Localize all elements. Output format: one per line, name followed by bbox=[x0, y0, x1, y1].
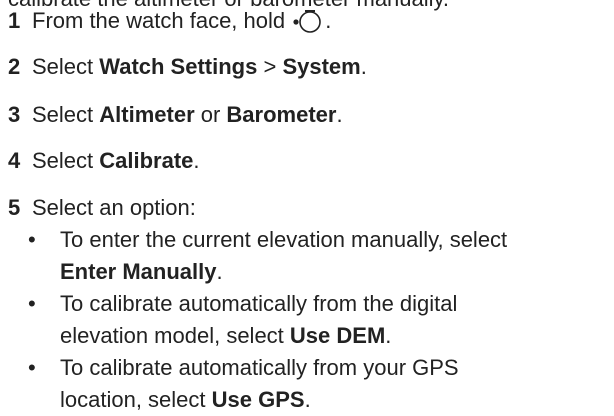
conjunction: or bbox=[194, 102, 227, 127]
option-line: location, select bbox=[60, 387, 212, 412]
use-dem-label: Use DEM bbox=[289, 323, 386, 348]
step-text-end: . bbox=[360, 54, 367, 79]
manual-page: calibrate the altimeter or barometer man… bbox=[0, 0, 614, 412]
step-text: Select bbox=[32, 102, 100, 127]
option-end: . bbox=[304, 387, 311, 412]
bullet-marker: • bbox=[28, 227, 36, 252]
option-end: . bbox=[385, 323, 392, 348]
option-line: To calibrate automatically from your GPS bbox=[60, 355, 459, 380]
barometer-label: Barometer bbox=[226, 102, 337, 127]
step-number: 3 bbox=[8, 102, 21, 127]
step-2: 2 Select Watch Settings > System. bbox=[8, 54, 367, 80]
watch-button-icon bbox=[291, 7, 325, 33]
bullet-marker: • bbox=[28, 291, 36, 316]
step-3: 3 Select Altimeter or Barometer. bbox=[8, 102, 343, 128]
separator: > bbox=[257, 54, 283, 79]
option-text: To enter the current elevation manually,… bbox=[60, 224, 608, 288]
step-number: 1 bbox=[8, 8, 21, 33]
step-1: 1 From the watch face, hold . bbox=[8, 7, 331, 34]
step-number: 4 bbox=[8, 148, 21, 173]
option-text: To calibrate automatically from your GPS… bbox=[60, 352, 608, 416]
option-line: To calibrate automatically from the digi… bbox=[60, 291, 458, 316]
watch-settings-label: Watch Settings bbox=[99, 54, 258, 79]
enter-manually-label: Enter Manually bbox=[60, 259, 217, 284]
step-text-end: . bbox=[336, 102, 343, 127]
option-text: To calibrate automatically from the digi… bbox=[60, 288, 608, 352]
step-4: 4 Select Calibrate. bbox=[8, 148, 200, 174]
option-line: elevation model, select bbox=[60, 323, 290, 348]
calibrate-label: Calibrate bbox=[99, 148, 194, 173]
option-end: . bbox=[216, 259, 223, 284]
step-text: Select bbox=[32, 148, 100, 173]
use-gps-label: Use GPS bbox=[211, 387, 305, 412]
step-text: From the watch face, hold bbox=[32, 8, 292, 33]
step-text-end: . bbox=[325, 8, 332, 33]
system-label: System bbox=[282, 54, 361, 79]
step-5: 5 Select an option: bbox=[8, 195, 196, 221]
step-text-end: . bbox=[193, 148, 200, 173]
step-text: Select bbox=[32, 54, 100, 79]
step-text: Select an option: bbox=[32, 195, 196, 220]
step-number: 2 bbox=[8, 54, 21, 79]
step-number: 5 bbox=[8, 195, 21, 220]
bullet-marker: • bbox=[28, 355, 36, 380]
option-line: To enter the current elevation manually,… bbox=[60, 227, 508, 252]
altimeter-label: Altimeter bbox=[99, 102, 195, 127]
